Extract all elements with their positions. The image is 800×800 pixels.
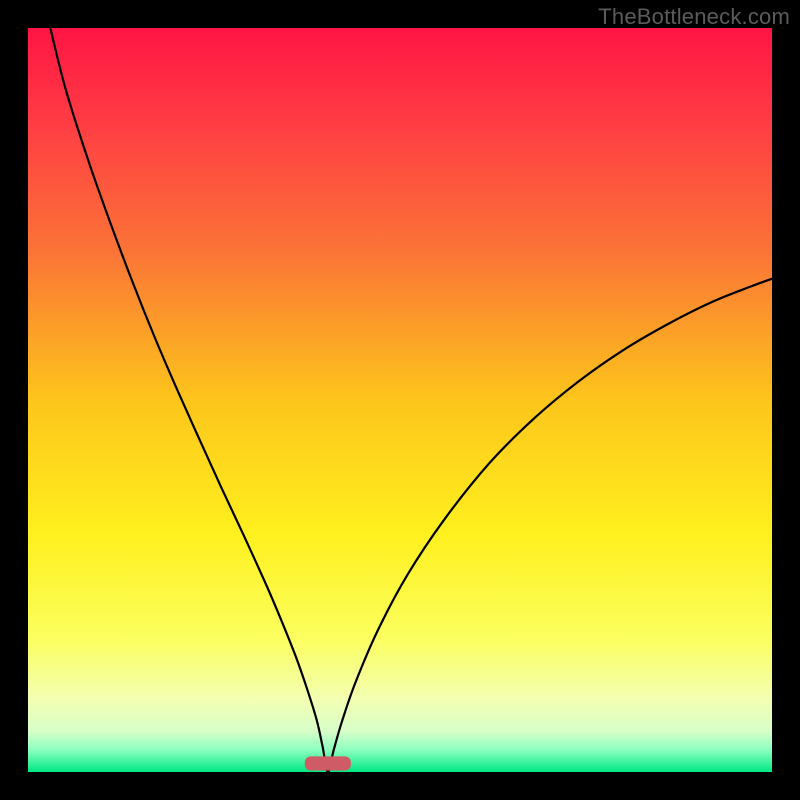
chart-frame: TheBottleneck.com xyxy=(0,0,800,800)
bottleneck-chart xyxy=(28,28,772,772)
plot-area xyxy=(28,28,772,772)
watermark-text: TheBottleneck.com xyxy=(598,4,790,30)
gradient-background xyxy=(28,28,772,772)
optimal-marker xyxy=(305,756,351,770)
